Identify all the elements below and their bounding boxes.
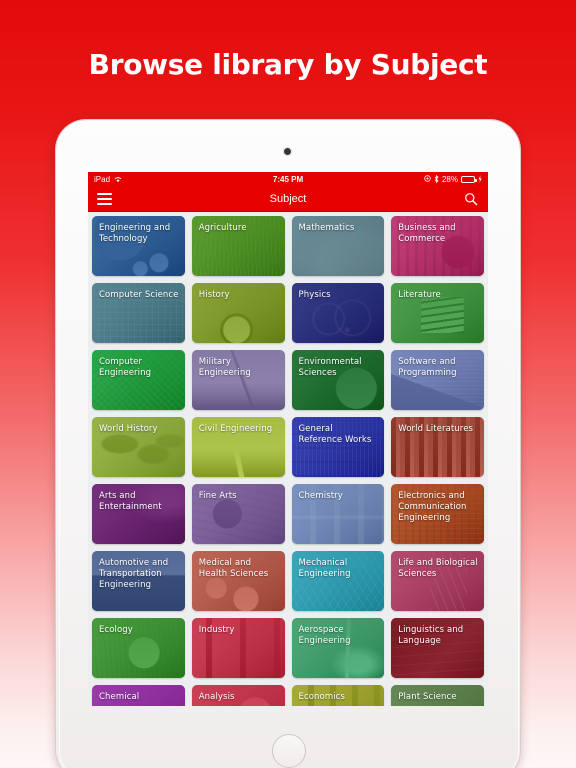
subject-tile[interactable]: Mathematics: [291, 216, 385, 276]
subject-tile[interactable]: Literature: [391, 283, 484, 343]
subject-tile-label: Automotive and Transportation Engineerin…: [99, 558, 169, 590]
subject-tile[interactable]: World Literatures: [391, 417, 484, 477]
subject-tile-label: Business and Commerce: [398, 223, 456, 244]
subject-grid-row: Ecology Industry Aerospace Engineering Ling…: [92, 618, 484, 678]
subject-tile-label: Physics: [298, 290, 331, 300]
page-title: Browse library by Subject: [88, 48, 488, 81]
subject-tile[interactable]: World History: [92, 417, 185, 477]
subject-tile-label: World History: [99, 424, 158, 434]
subject-tile[interactable]: Automotive and Transportation Engineerin…: [92, 551, 185, 611]
subject-tile[interactable]: History: [191, 283, 285, 343]
subject-tile-label: Medical and Health Sciences: [198, 558, 269, 579]
front-camera-icon: [284, 148, 291, 155]
subject-grid-row: Automotive and Transportation Engineerin…: [92, 551, 484, 611]
device-screen: iPad 7:45 PM 28% Subject Engineering and…: [88, 172, 488, 706]
rotation-lock-icon: [424, 175, 431, 184]
subject-tile[interactable]: Agriculture: [191, 216, 285, 276]
subject-tile[interactable]: Linguistics and Language: [391, 618, 484, 678]
subject-tile-label: Fine Arts: [198, 491, 237, 501]
subject-tile[interactable]: General Reference Works: [291, 417, 385, 477]
subject-tile[interactable]: Business and Commerce: [391, 216, 484, 276]
search-glyph: [465, 193, 478, 206]
bluetooth-icon: [434, 174, 439, 185]
subject-grid-row: Arts and Entertainment Fine Arts Chemistry…: [92, 484, 484, 544]
subject-tile-label: Economics: [298, 692, 345, 702]
subject-tile-label: Ecology: [99, 625, 133, 635]
subject-tile[interactable]: Computer Science: [92, 283, 185, 343]
subject-tile[interactable]: Software and Programming: [391, 350, 484, 410]
subject-tile[interactable]: Mechanical Engineering: [291, 551, 385, 611]
subject-tile-label: Literature: [398, 290, 441, 300]
subject-tile-label: Arts and Entertainment: [99, 491, 162, 512]
subject-tile-label: Military Engineering: [198, 357, 251, 378]
subject-tile[interactable]: Arts and Entertainment: [92, 484, 185, 544]
subject-tile[interactable]: Medical and Health Sciences: [191, 551, 285, 611]
subject-tile-label: Plant Science: [398, 692, 457, 702]
subject-tile[interactable]: Analysis: [191, 685, 285, 706]
subject-grid-row: Computer Science History Physics Literature: [92, 283, 484, 343]
home-button[interactable]: [272, 734, 306, 768]
subject-tile-label: Chemistry: [298, 491, 343, 501]
subject-tile-label: Mechanical Engineering: [298, 558, 351, 579]
subject-tile-label: Linguistics and Language: [398, 625, 464, 646]
subject-tile[interactable]: Environmental Sciences: [291, 350, 385, 410]
subject-tile-label: Life and Biological Sciences: [398, 558, 478, 579]
charging-bolt-icon: [478, 174, 482, 185]
battery-percent-label: 28%: [441, 175, 458, 184]
subject-tile-label: Computer Science: [99, 290, 179, 300]
subject-tile[interactable]: Engineering and Technology: [92, 216, 185, 276]
ipad-device-frame: iPad 7:45 PM 28% Subject Engineering and…: [56, 120, 520, 768]
nav-title: Subject: [269, 193, 307, 205]
subject-tile[interactable]: Life and Biological Sciences: [391, 551, 484, 611]
subject-grid-row: Engineering and Technology Agriculture Mat…: [92, 216, 484, 276]
subject-tile[interactable]: Fine Arts: [191, 484, 285, 544]
subject-tile-label: World Literatures: [398, 424, 474, 434]
subject-grid-row: Chemical Analysis Economics Plant Science: [92, 685, 484, 706]
screenshot-root: Browse library by Subject iPad 7:45 PM 2…: [0, 0, 576, 768]
subject-grid-row: World History Civil Engineering General Re…: [92, 417, 484, 477]
subject-tile-label: Civil Engineering: [198, 424, 273, 434]
subject-tile[interactable]: Physics: [291, 283, 385, 343]
subject-tile-label: Mathematics: [298, 223, 355, 233]
subject-tile[interactable]: Aerospace Engineering: [291, 618, 385, 678]
subject-tile-label: Aerospace Engineering: [298, 625, 351, 646]
subject-tile-label: History: [198, 290, 230, 300]
subject-grid[interactable]: Engineering and Technology Agriculture Mat…: [88, 212, 488, 706]
subject-tile[interactable]: Plant Science: [391, 685, 484, 706]
subject-tile-label: Engineering and Technology: [99, 223, 171, 244]
subject-tile[interactable]: Economics: [291, 685, 385, 706]
subject-tile-label: Analysis: [198, 692, 235, 702]
status-bar-right: 28%: [424, 172, 482, 187]
subject-tile[interactable]: Military Engineering: [191, 350, 285, 410]
subject-tile-label: Electronics and Communication Engineerin…: [398, 491, 467, 523]
subject-tile[interactable]: Industry: [191, 618, 285, 678]
subject-tile[interactable]: Chemistry: [291, 484, 385, 544]
subject-tile-label: Industry: [198, 625, 235, 635]
subject-tile[interactable]: Civil Engineering: [191, 417, 285, 477]
navigation-bar: Subject: [88, 187, 488, 212]
subject-tile[interactable]: Ecology: [92, 618, 185, 678]
subject-tile-label: Chemical: [99, 692, 140, 702]
subject-tile-label: Software and Programming: [398, 357, 457, 378]
subject-tile[interactable]: Electronics and Communication Engineerin…: [391, 484, 484, 544]
subject-tile-label: Environmental Sciences: [298, 357, 362, 378]
subject-tile-label: Agriculture: [198, 223, 247, 233]
subject-tile[interactable]: Chemical: [92, 685, 185, 706]
battery-icon: [461, 176, 477, 183]
status-bar: iPad 7:45 PM 28%: [88, 172, 488, 187]
subject-tile-label: Computer Engineering: [99, 357, 152, 378]
search-icon[interactable]: [464, 192, 478, 206]
subject-tile-label: General Reference Works: [298, 424, 372, 445]
subject-grid-row: Computer Engineering Military Engineering…: [92, 350, 484, 410]
subject-tile[interactable]: Computer Engineering: [92, 350, 185, 410]
